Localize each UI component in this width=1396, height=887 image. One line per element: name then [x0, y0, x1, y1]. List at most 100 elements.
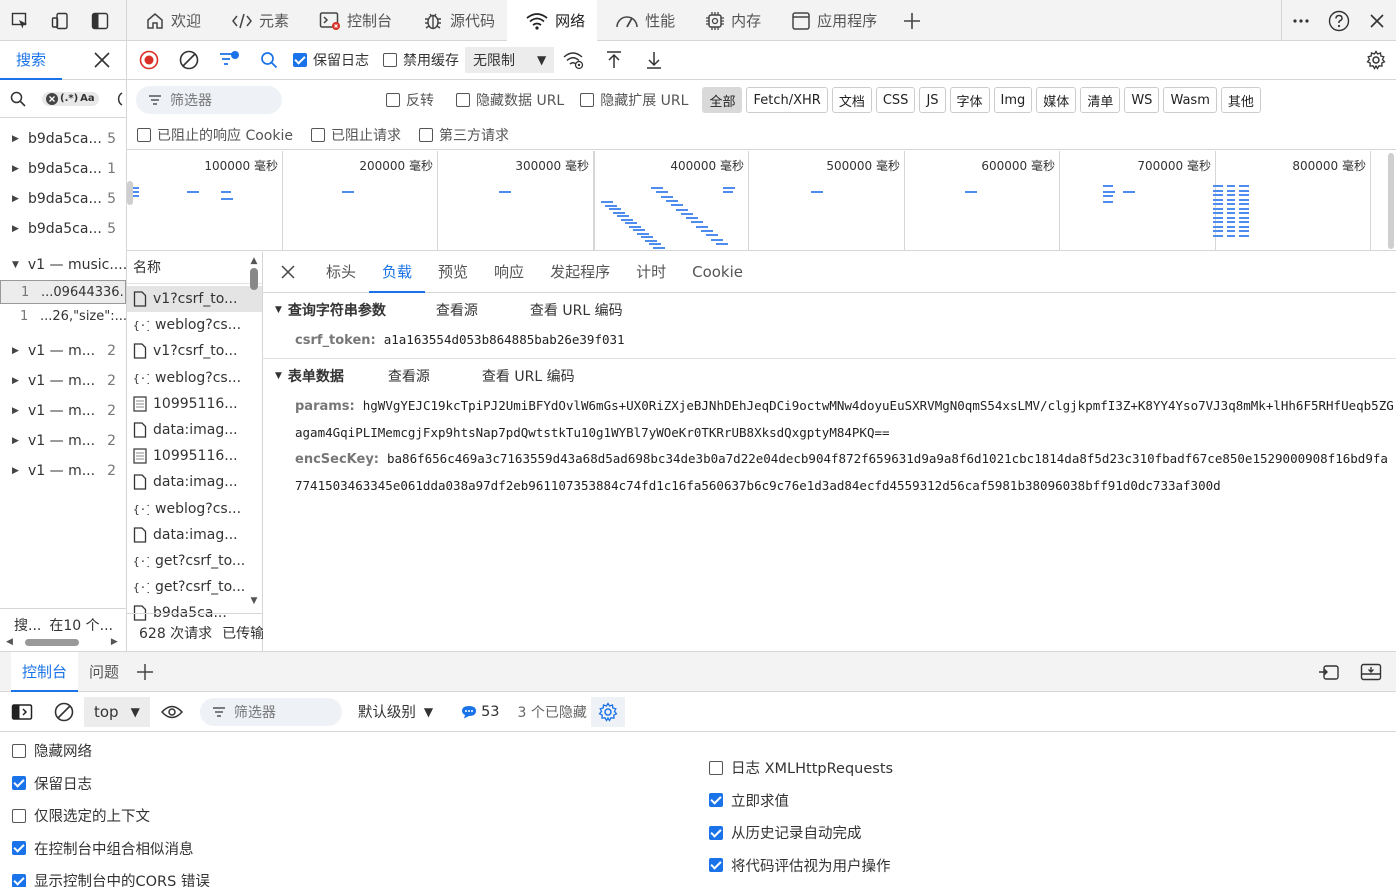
- context-select[interactable]: top ▼: [84, 696, 150, 727]
- filter-type-font[interactable]: 字体: [949, 87, 990, 113]
- list-item[interactable]: ▶ b9da5ca... 5: [0, 124, 126, 154]
- tab-welcome[interactable]: 欢迎: [127, 0, 213, 41]
- filter-type-ws[interactable]: WS: [1124, 87, 1160, 113]
- network-conditions-icon[interactable]: [554, 41, 594, 80]
- option-checkbox[interactable]: [12, 841, 26, 855]
- overview-handle[interactable]: [1388, 153, 1394, 249]
- blocked-requests-checkbox[interactable]: 已阻止请求: [310, 125, 401, 145]
- console-option[interactable]: 立即求值: [709, 790, 789, 811]
- filter-type-fetch-xhr[interactable]: Fetch/XHR: [746, 87, 828, 113]
- filter-type-wasm[interactable]: Wasm: [1163, 87, 1217, 113]
- move-to-top-icon[interactable]: [1318, 663, 1340, 681]
- blocked-requests-check[interactable]: [310, 127, 325, 142]
- message-count[interactable]: 53: [461, 704, 500, 720]
- hide-data-url-checkbox[interactable]: 隐藏数据 URL: [456, 90, 564, 110]
- invert-check[interactable]: [386, 93, 400, 107]
- form-param-row[interactable]: params: hgWVgYEJC19kcTpiPJ2UmiBFYdOvlW6mG…: [263, 393, 1396, 446]
- overview-handle-left[interactable]: [127, 181, 133, 205]
- list-item[interactable]: ▶ v1 — m... 2: [0, 366, 126, 396]
- third-party-checkbox[interactable]: 第三方请求: [418, 125, 509, 145]
- close-detail-icon[interactable]: [263, 264, 313, 280]
- tab-response[interactable]: 响应: [481, 252, 537, 293]
- close-drawer-icon[interactable]: [1360, 663, 1382, 681]
- list-item[interactable]: ▶ b9da5ca... 1: [0, 154, 126, 184]
- disable-cache-checkbox[interactable]: 禁用缓存: [383, 50, 459, 70]
- network-overview[interactable]: 100000 毫秒 200000 毫秒 300000 毫秒 400000 毫秒 …: [127, 151, 1396, 251]
- list-item-expanded[interactable]: ▼ v1 — music....: [0, 250, 126, 280]
- scroll-right-icon[interactable]: ▶: [111, 637, 118, 647]
- query-param-row[interactable]: csrf_token: a1a163554d053b864885bab26e39f…: [263, 327, 1396, 354]
- tab-sources[interactable]: 源代码: [404, 0, 507, 41]
- search-input-row[interactable]: (.*) Aa: [0, 80, 126, 118]
- console-option[interactable]: 从历史记录自动完成: [709, 822, 862, 843]
- filter-type-media[interactable]: 媒体: [1036, 87, 1077, 113]
- console-option[interactable]: 日志 XMLHttpRequests: [709, 757, 893, 778]
- scroll-left-icon[interactable]: ◀: [6, 637, 13, 647]
- table-row[interactable]: {·} weblog?cs...: [127, 496, 262, 522]
- filter-type-all[interactable]: 全部: [702, 87, 743, 113]
- table-row[interactable]: v1?csrf_to...: [127, 338, 262, 364]
- preserve-log-checkbox[interactable]: 保留日志: [293, 50, 369, 70]
- search-pane-title[interactable]: 搜索: [0, 41, 63, 80]
- tab-initiator[interactable]: 发起程序: [537, 252, 623, 293]
- third-party-check[interactable]: [418, 127, 433, 142]
- table-row[interactable]: data:imag...: [127, 469, 262, 495]
- search-match-line[interactable]: 1 ...26,"size":...: [0, 304, 126, 328]
- record-icon[interactable]: [129, 41, 169, 80]
- tab-console[interactable]: 控制台: [301, 0, 404, 41]
- filter-type-css[interactable]: CSS: [875, 87, 916, 113]
- option-checkbox[interactable]: [12, 743, 26, 758]
- table-row[interactable]: {·} get?csrf_to...: [127, 548, 262, 574]
- device-emulation-icon[interactable]: [40, 0, 80, 41]
- option-checkbox[interactable]: [709, 825, 723, 840]
- table-row[interactable]: 10995116...: [127, 391, 262, 417]
- console-option[interactable]: 在控制台中组合相似消息: [12, 838, 194, 859]
- tab-performance[interactable]: 性能: [597, 0, 687, 41]
- view-source-link[interactable]: 查看源: [388, 366, 430, 386]
- scroll-up-icon[interactable]: ▲: [248, 256, 260, 266]
- vertical-scrollbar[interactable]: ▲ ▼: [248, 256, 260, 606]
- tab-cookies[interactable]: Cookie: [679, 252, 756, 293]
- scroll-down-icon[interactable]: ▼: [248, 596, 260, 606]
- table-row[interactable]: {·} weblog?cs...: [127, 312, 262, 338]
- tab-memory[interactable]: 内存: [687, 0, 773, 41]
- preserve-log-check[interactable]: [293, 53, 307, 67]
- scrollbar-thumb[interactable]: [250, 268, 258, 290]
- clear-search-icon[interactable]: [46, 92, 58, 105]
- filter-icon[interactable]: [209, 41, 249, 80]
- list-item[interactable]: ▶ v1 — m... 2: [0, 426, 126, 456]
- inspect-element-icon[interactable]: [0, 0, 40, 41]
- query-string-header[interactable]: ▼ 查询字符串参数 查看源 查看 URL 编码: [263, 293, 1396, 327]
- filter-type-manifest[interactable]: 清单: [1080, 87, 1121, 113]
- hide-data-url-check[interactable]: [456, 93, 470, 107]
- more-options-icon[interactable]: [1282, 0, 1320, 41]
- drawer-tab-issues[interactable]: 问题: [78, 652, 130, 692]
- clear-console-icon[interactable]: [44, 702, 84, 722]
- tab-headers[interactable]: 标头: [313, 252, 369, 293]
- option-checkbox[interactable]: [709, 760, 723, 775]
- list-item[interactable]: ▶ v1 — m... 2: [0, 396, 126, 426]
- hide-extension-url-check[interactable]: [580, 93, 595, 107]
- search-options[interactable]: (.*) Aa: [42, 91, 99, 106]
- filter-type-js[interactable]: JS: [919, 87, 946, 113]
- refresh-search-icon[interactable]: [111, 91, 123, 107]
- help-icon[interactable]: [1320, 0, 1358, 41]
- option-checkbox[interactable]: [709, 793, 723, 807]
- option-checkbox[interactable]: [709, 858, 723, 872]
- table-row[interactable]: 10995116...: [127, 443, 262, 469]
- table-row[interactable]: data:imag...: [127, 417, 262, 443]
- add-tab-button[interactable]: [889, 0, 935, 41]
- close-search-icon[interactable]: [94, 52, 110, 68]
- table-row[interactable]: v1?csrf_to...: [127, 286, 262, 313]
- filter-type-img[interactable]: Img: [993, 87, 1033, 113]
- regex-toggle[interactable]: (.*): [60, 93, 78, 104]
- horizontal-scrollbar[interactable]: ◀ ▶: [0, 635, 126, 647]
- import-har-icon[interactable]: [594, 41, 634, 80]
- blocked-cookies-check[interactable]: [137, 127, 151, 142]
- sidebar-toggle-icon[interactable]: [0, 703, 44, 721]
- console-settings-icon[interactable]: [590, 696, 625, 727]
- form-data-header[interactable]: ▼ 表单数据 查看源 查看 URL 编码: [263, 359, 1396, 393]
- option-checkbox[interactable]: [12, 808, 26, 823]
- tab-preview[interactable]: 预览: [425, 252, 481, 293]
- throttling-select[interactable]: 无限制 ▼: [465, 47, 555, 73]
